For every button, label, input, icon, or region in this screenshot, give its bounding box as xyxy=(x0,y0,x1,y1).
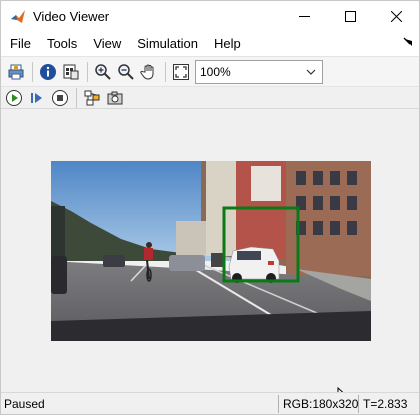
highlight-button[interactable] xyxy=(81,87,103,109)
print-button[interactable] xyxy=(5,61,27,83)
minimize-button[interactable] xyxy=(281,1,327,32)
playback-toolbar xyxy=(1,86,419,109)
export-icon xyxy=(63,64,79,79)
menu-tools[interactable]: Tools xyxy=(39,32,85,56)
print-icon xyxy=(8,64,24,79)
play-button[interactable] xyxy=(3,87,25,109)
toolbar-separator xyxy=(165,61,166,82)
zoom-out-button[interactable] xyxy=(115,61,137,83)
zoom-in-button[interactable] xyxy=(92,61,114,83)
status-bar: Paused RGB:180x320 T=2.833 xyxy=(1,392,419,414)
menu-bar: File Tools View Simulation Help xyxy=(1,32,419,56)
window-controls xyxy=(281,1,419,32)
zoom-out-icon xyxy=(118,63,134,80)
menu-view[interactable]: View xyxy=(85,32,129,56)
zoom-level-value: 100% xyxy=(200,64,231,79)
matlab-icon xyxy=(11,9,25,23)
info-icon xyxy=(40,63,56,80)
menu-simulation[interactable]: Simulation xyxy=(129,32,206,56)
video-viewer-window: Video Viewer File Tools View Simulation … xyxy=(0,0,420,415)
playback-status: Paused xyxy=(4,397,45,411)
info-button[interactable] xyxy=(37,61,59,83)
stop-icon xyxy=(52,89,68,106)
pan-button[interactable] xyxy=(138,61,160,83)
maximize-button[interactable] xyxy=(327,1,373,32)
main-toolbar: 100% xyxy=(1,56,419,86)
maximize-icon xyxy=(344,11,356,22)
window-title: Video Viewer xyxy=(33,9,110,24)
title-bar: Video Viewer xyxy=(1,1,419,32)
menu-help[interactable]: Help xyxy=(206,32,249,56)
menu-file[interactable]: File xyxy=(1,32,39,56)
close-icon xyxy=(390,11,402,22)
video-frame[interactable] xyxy=(51,161,371,341)
snapshot-button[interactable] xyxy=(104,87,126,109)
snapshot-icon xyxy=(107,91,123,104)
pan-icon xyxy=(140,64,154,80)
fit-window-button[interactable] xyxy=(170,61,192,83)
zoom-in-icon xyxy=(95,63,111,80)
step-forward-button[interactable] xyxy=(26,87,48,109)
chevron-icon[interactable] xyxy=(403,37,413,47)
close-button[interactable] xyxy=(373,1,419,32)
resolution-status: RGB:180x320 xyxy=(278,395,358,413)
zoom-level-select[interactable]: 100% xyxy=(195,59,323,84)
step-forward-icon xyxy=(31,92,42,103)
stop-button[interactable] xyxy=(49,87,71,109)
video-display-area[interactable] xyxy=(1,109,419,407)
export-button[interactable] xyxy=(60,61,82,83)
toolbar-separator xyxy=(32,61,33,82)
dropdown-arrow-icon xyxy=(306,69,316,75)
time-status: T=2.833 xyxy=(358,395,418,413)
toolbar-separator xyxy=(87,61,88,82)
highlight-icon xyxy=(84,90,100,105)
toolbar-separator xyxy=(76,87,77,108)
minimize-icon xyxy=(298,16,310,17)
fit-window-icon xyxy=(173,63,189,80)
play-icon xyxy=(6,89,22,106)
